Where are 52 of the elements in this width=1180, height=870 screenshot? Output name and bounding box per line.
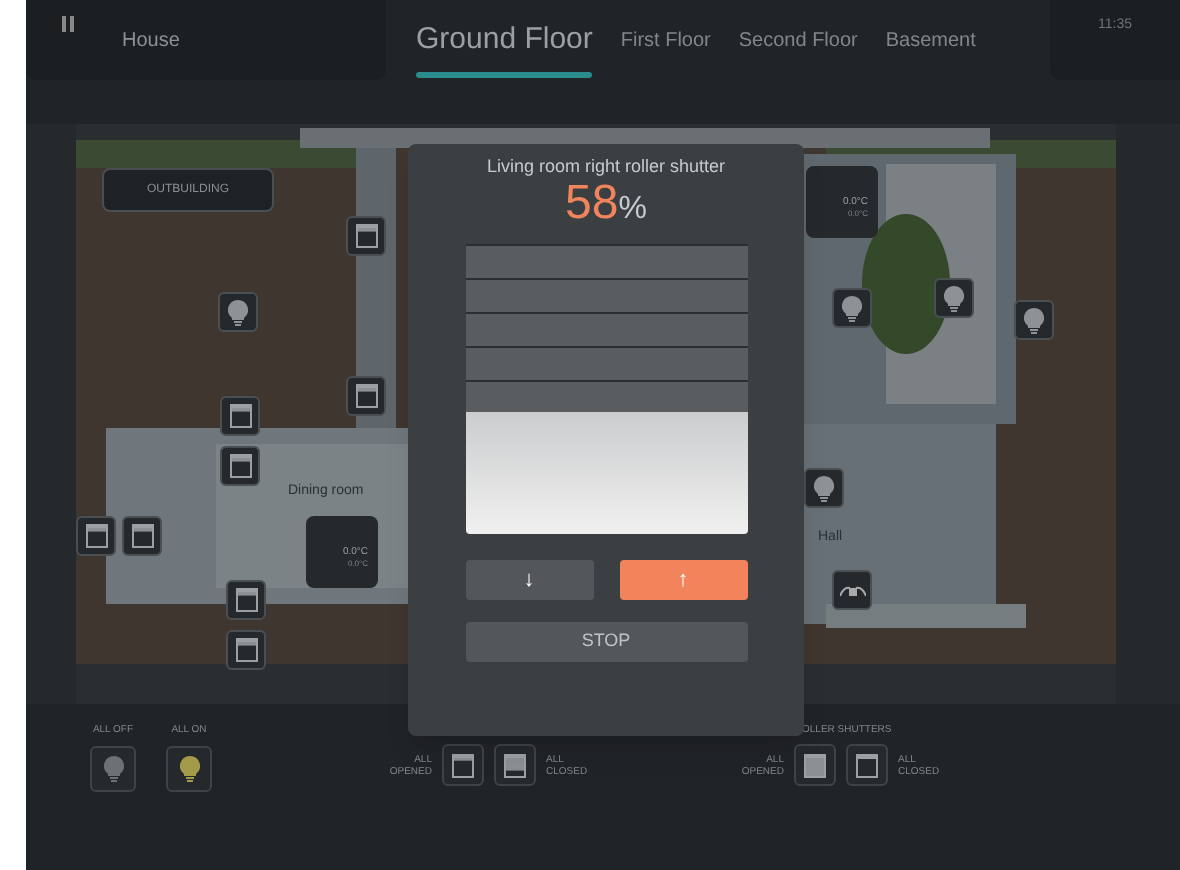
device-button[interactable] <box>220 396 260 436</box>
stop-button[interactable]: STOP <box>465 622 747 662</box>
light-bulb-icon <box>103 755 123 781</box>
floor-tab[interactable]: Basement <box>885 0 976 80</box>
open-all-button[interactable] <box>442 744 484 786</box>
light-bulb-icon <box>179 755 199 781</box>
house-link[interactable]: House <box>122 25 180 55</box>
light-bulb-icon <box>814 475 834 501</box>
position-value: 58 <box>565 178 619 230</box>
roller-shutter-icon <box>229 404 251 428</box>
roller-shutter-icon <box>804 753 826 777</box>
device-button[interactable] <box>220 446 260 486</box>
roller-shutter-icon <box>856 753 878 777</box>
roller-shutter-icon <box>229 454 251 478</box>
device-button[interactable] <box>1014 300 1054 340</box>
roller-shutter-icon <box>355 224 377 248</box>
device-button[interactable] <box>832 570 872 610</box>
roller-shutter-icon <box>85 524 107 548</box>
device-button[interactable] <box>934 278 974 318</box>
move-button[interactable]: ↑ <box>619 560 747 600</box>
all-lights-button[interactable] <box>90 745 136 791</box>
roller-shutter-icon <box>131 524 153 548</box>
device-button[interactable] <box>346 216 386 256</box>
device-button[interactable] <box>218 292 258 332</box>
floor-tab[interactable]: Second Floor <box>738 0 858 80</box>
device-button[interactable] <box>346 376 386 416</box>
gate-icon <box>839 583 865 597</box>
device-button[interactable] <box>804 468 844 508</box>
roller-shutter-icon <box>235 638 257 662</box>
open-all-button[interactable] <box>794 744 836 786</box>
close-all-button[interactable] <box>846 744 888 786</box>
roller-shutter-icon <box>452 753 474 777</box>
percent-unit: % <box>618 190 647 230</box>
floor-tab[interactable]: First Floor <box>620 0 711 80</box>
close-all-button[interactable] <box>494 744 536 786</box>
device-button[interactable] <box>122 516 162 556</box>
light-bulb-icon <box>228 299 248 325</box>
roller-shutter-icon <box>504 753 526 777</box>
floor-tab[interactable]: Ground Floor <box>416 0 593 80</box>
all-lights-button[interactable] <box>166 745 212 791</box>
light-bulb-icon <box>1024 307 1044 333</box>
dialog-title: Living room right roller shutter <box>486 156 726 176</box>
device-button[interactable] <box>76 516 116 556</box>
roller-shutter-icon <box>235 588 257 612</box>
light-bulb-icon <box>842 295 862 321</box>
roller-shutter-icon <box>355 384 377 408</box>
pause-icon <box>62 16 74 32</box>
device-button[interactable] <box>226 630 266 670</box>
light-bulb-icon <box>944 285 964 311</box>
move-button[interactable]: ↓ <box>465 560 593 600</box>
device-button[interactable] <box>226 580 266 620</box>
device-button[interactable] <box>832 288 872 328</box>
